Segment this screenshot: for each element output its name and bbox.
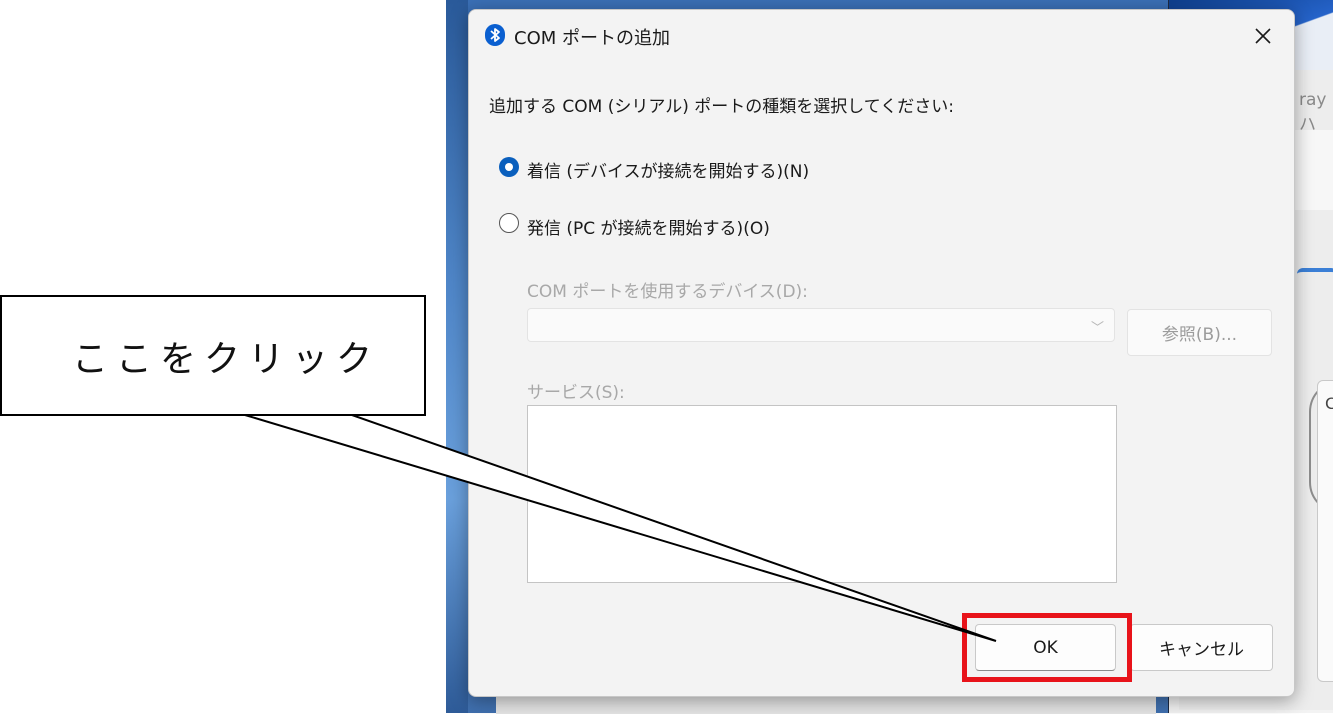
callout-text: ここをクリック (72, 339, 381, 380)
incoming-radio[interactable] (499, 157, 519, 177)
close-button[interactable] (1243, 16, 1283, 56)
cancel-button[interactable]: キャンセル (1130, 624, 1273, 671)
service-label: サービス(S): (527, 383, 625, 403)
outgoing-radio[interactable] (499, 213, 519, 233)
incoming-radio-label[interactable]: 着信 (デバイスが接続を開始する)(N) (527, 157, 809, 182)
background-window-decoration (1297, 268, 1333, 352)
bluetooth-icon (485, 24, 505, 46)
ok-button-highlight (962, 613, 1132, 682)
browse-button[interactable]: 参照(B)... (1127, 309, 1272, 356)
outgoing-radio-label[interactable]: 発信 (PC が接続を開始する)(O) (527, 214, 770, 239)
device-label: COM ポートを使用するデバイス(D): (527, 282, 808, 302)
desktop-wallpaper-strip (446, 0, 468, 713)
background-window-title: ray ハ (1299, 90, 1327, 135)
chevron-down-icon: ﹀ (1090, 321, 1104, 336)
device-select[interactable]: ﹀ (527, 308, 1115, 342)
dialog-titlebar[interactable]: COM ポートの追加 (469, 10, 1294, 62)
add-com-port-dialog: COM ポートの追加 追加する COM (シリアル) ポートの種類を選択してくだ… (468, 9, 1295, 697)
background-card-letter: C (1325, 394, 1333, 413)
dialog-title: COM ポートの追加 (514, 28, 670, 49)
close-icon (1255, 28, 1271, 44)
service-list[interactable] (527, 405, 1117, 583)
background-card (1317, 380, 1333, 682)
port-type-prompt: 追加する COM (シリアル) ポートの種類を選択してください: (489, 97, 954, 117)
